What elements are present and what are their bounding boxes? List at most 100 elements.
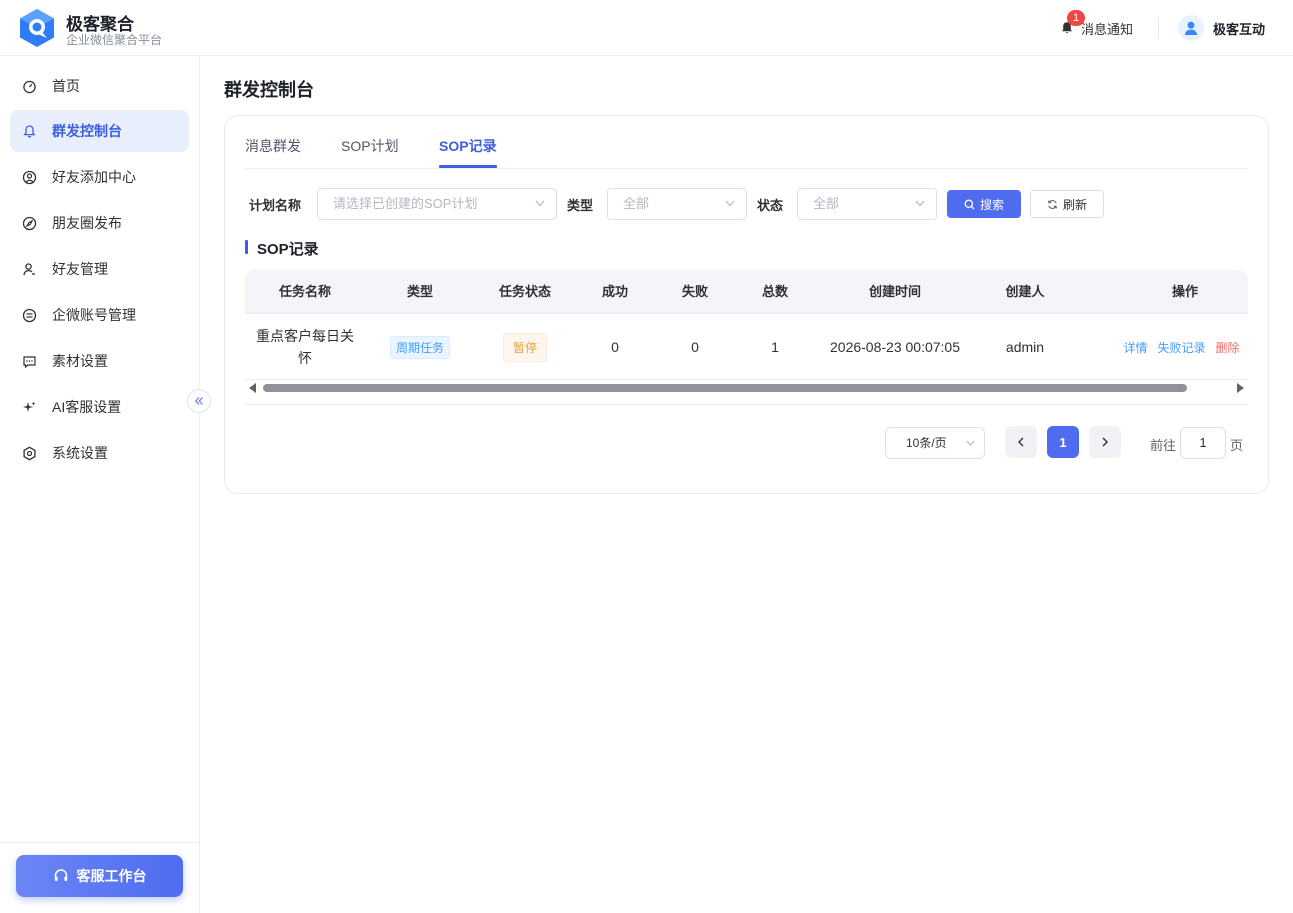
top-header: 极客聚合 企业微信聚合平台 1 消息通知 极客互动 [0, 0, 1293, 56]
notification-button[interactable]: 1 消息通知 [1060, 10, 1134, 38]
type-select[interactable]: 全部 [607, 188, 747, 220]
type-select-value: 全部 [623, 196, 650, 211]
plan-name-select[interactable]: 请选择已创建的SOP计划 [317, 188, 557, 220]
sidebar-item-label: 企微账号管理 [52, 307, 136, 323]
sidebar-item-label: 好友管理 [52, 261, 108, 277]
failed-count-cell: 0 [691, 339, 699, 355]
service-workbench-button[interactable]: 客服工作台 [16, 855, 183, 897]
chevron-right-icon [1102, 437, 1108, 447]
tab-active-indicator [439, 165, 497, 168]
user-name: 极客互动 [1213, 21, 1266, 37]
detail-link[interactable]: 详情 [1123, 339, 1147, 356]
creator-cell: admin [1005, 339, 1045, 355]
sidebar-item-home[interactable]: 首页 [10, 65, 189, 107]
column-header: 失败 [681, 284, 708, 299]
tab-message-broadcast[interactable]: 消息群发 [245, 136, 301, 156]
goto-suffix: 页 [1230, 438, 1244, 453]
dashboard-icon [22, 79, 37, 94]
type-cell: 周期任务 [365, 314, 475, 380]
column-header: 任务状态 [498, 284, 551, 299]
refresh-button-label: 刷新 [1062, 197, 1087, 212]
created-at-cell: 2026-08-23 00:07:05 [830, 339, 960, 355]
sidebar-item-label: 朋友圈发布 [52, 215, 122, 231]
notification-count-badge: 1 [1067, 10, 1085, 26]
user-menu[interactable]: 极客互动 [1178, 15, 1265, 41]
status-label: 状态 [757, 198, 784, 213]
page-size-select[interactable]: 10条/页 [885, 427, 985, 459]
column-header: 类型 [406, 284, 433, 299]
status-select-value: 全部 [813, 196, 840, 211]
actions-cell: 详情 失败记录 删除 [1115, 314, 1248, 380]
sidebar-item-moments[interactable]: 朋友圈发布 [10, 202, 189, 244]
sidebar-item-label: 群发控制台 [52, 123, 122, 139]
chevron-down-icon [725, 200, 735, 207]
column-header: 操作 [1171, 284, 1198, 299]
sidebar-item-ai-service[interactable]: AI客服设置 [10, 386, 189, 428]
table-header: 任务名称 类型 任务状态 成功 失败 总数 创建时间 创建人 操作 [245, 270, 1248, 314]
double-chevron-left-icon [194, 397, 203, 405]
task-name-line: 怀 [298, 350, 312, 366]
prev-page-button[interactable] [1005, 426, 1037, 458]
column-header: 总数 [761, 284, 788, 299]
page-title: 群发控制台 [224, 80, 314, 100]
tab-sop-records[interactable]: SOP记录 [439, 136, 497, 156]
account-icon [22, 308, 37, 323]
main-card: 消息群发 SOP计划 SOP记录 计划名称 请选择已创建的SOP计划 类型 全部… [224, 115, 1269, 494]
bell-icon [22, 124, 37, 139]
next-page-button[interactable] [1089, 426, 1121, 458]
sidebar-item-wecom-accounts[interactable]: 企微账号管理 [10, 294, 189, 336]
chevron-down-icon [966, 440, 975, 446]
avatar [1178, 15, 1204, 41]
sidebar-collapse-button[interactable] [187, 389, 211, 413]
column-header: 任务名称 [278, 284, 331, 299]
gear-icon [22, 446, 37, 461]
column-header: 创建人 [1005, 284, 1045, 299]
sidebar-item-label: 好友添加中心 [52, 169, 136, 185]
scrollbar-thumb[interactable] [263, 384, 1187, 392]
chevron-down-icon [915, 200, 925, 207]
section-accent-bar [245, 240, 248, 254]
tab-bar: 消息群发 SOP计划 SOP记录 [245, 116, 1248, 169]
search-button[interactable]: 搜索 [947, 190, 1021, 218]
message-icon [22, 354, 37, 369]
user-avatar-icon [1184, 21, 1198, 35]
fail-records-link[interactable]: 失败记录 [1157, 339, 1205, 356]
refresh-button[interactable]: 刷新 [1030, 190, 1104, 218]
service-workbench-label: 客服工作台 [76, 868, 147, 884]
goto-page-input[interactable]: 1 [1180, 427, 1226, 459]
chevron-left-icon [1018, 437, 1024, 447]
scroll-right-arrow-icon[interactable] [1237, 383, 1244, 393]
compass-icon [22, 216, 37, 231]
sidebar-item-friend-manage[interactable]: 好友管理 [10, 248, 189, 290]
headset-icon [54, 869, 67, 881]
plan-name-placeholder: 请选择已创建的SOP计划 [333, 196, 478, 211]
sidebar-item-label: 素材设置 [52, 353, 108, 369]
chevron-down-icon [535, 200, 545, 207]
column-header: 成功 [601, 284, 628, 299]
status-cell: 暂停 [475, 314, 575, 380]
search-button-label: 搜索 [979, 197, 1004, 212]
sidebar-item-label: 首页 [52, 78, 80, 94]
horizontal-scrollbar[interactable] [245, 381, 1248, 395]
refresh-icon [1048, 199, 1057, 209]
task-name-line: 重点客户每日关 [256, 328, 354, 344]
page-number-current[interactable]: 1 [1047, 426, 1079, 458]
sidebar-item-friend-add[interactable]: 好友添加中心 [10, 156, 189, 198]
page-size-value: 10条/页 [906, 436, 947, 450]
sidebar-item-label: AI客服设置 [52, 399, 122, 415]
task-name-cell: 重点客户每日关 怀 [245, 314, 365, 380]
scroll-left-arrow-icon[interactable] [249, 383, 256, 393]
table-bottom-divider [245, 404, 1248, 405]
sidebar-item-materials[interactable]: 素材设置 [10, 340, 189, 382]
notification-label: 消息通知 [1081, 21, 1134, 37]
sidebar-item-broadcast-console[interactable]: 群发控制台 [10, 110, 189, 152]
goto-prefix: 前往 [1150, 438, 1177, 453]
sparkle-icon [22, 400, 37, 415]
brand-subtitle: 企业微信聚合平台 [66, 33, 163, 47]
tab-sop-plan[interactable]: SOP计划 [341, 136, 399, 156]
status-select[interactable]: 全部 [797, 188, 937, 220]
sidebar-item-system-settings[interactable]: 系统设置 [10, 432, 189, 474]
success-count-cell: 0 [611, 339, 619, 355]
delete-link[interactable]: 删除 [1216, 339, 1240, 356]
user-icon [22, 262, 37, 277]
